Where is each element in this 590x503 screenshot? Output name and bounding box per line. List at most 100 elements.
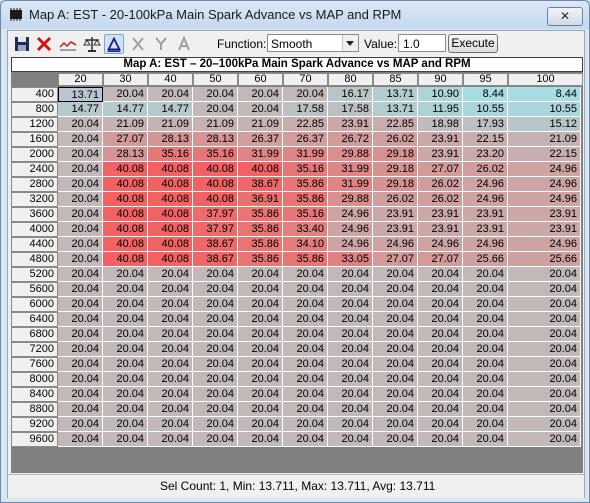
- table-cell[interactable]: 20.04: [463, 267, 508, 282]
- table-cell[interactable]: 28.13: [103, 147, 148, 162]
- table-cell[interactable]: 40.08: [148, 207, 193, 222]
- a-icon[interactable]: [174, 34, 194, 54]
- table-cell[interactable]: 20.04: [418, 417, 463, 432]
- table-cell[interactable]: 20.04: [193, 342, 238, 357]
- table-cell[interactable]: 37.97: [193, 207, 238, 222]
- table-cell[interactable]: 20.04: [508, 432, 581, 447]
- table-cell[interactable]: 20.04: [148, 267, 193, 282]
- table-cell[interactable]: 20.04: [58, 282, 103, 297]
- table-cell[interactable]: 40.08: [148, 192, 193, 207]
- delta-icon[interactable]: [104, 34, 124, 54]
- row-header[interactable]: 4800: [11, 252, 58, 267]
- table-cell[interactable]: 24.96: [508, 237, 581, 252]
- table-cell[interactable]: 20.04: [508, 327, 581, 342]
- row-header[interactable]: 2800: [11, 177, 58, 192]
- row-header[interactable]: 9200: [11, 417, 58, 432]
- table-cell[interactable]: 20.04: [103, 267, 148, 282]
- table-cell[interactable]: 26.02: [418, 177, 463, 192]
- table-cell[interactable]: 17.93: [463, 117, 508, 132]
- table-cell[interactable]: 27.07: [103, 132, 148, 147]
- table-cell[interactable]: 20.04: [373, 417, 418, 432]
- balance-icon[interactable]: [82, 34, 102, 54]
- row-header[interactable]: 6800: [11, 327, 58, 342]
- table-cell[interactable]: 20.04: [283, 387, 328, 402]
- table-cell[interactable]: 20.04: [508, 402, 581, 417]
- table-cell[interactable]: 24.96: [418, 237, 463, 252]
- table-cell[interactable]: 35.16: [148, 147, 193, 162]
- table-cell[interactable]: 20.04: [463, 432, 508, 447]
- table-cell[interactable]: 24.96: [508, 177, 581, 192]
- table-cell[interactable]: 20.04: [193, 282, 238, 297]
- row-header[interactable]: 2000: [11, 147, 58, 162]
- table-cell[interactable]: 20.04: [463, 372, 508, 387]
- table-cell[interactable]: 20.04: [58, 342, 103, 357]
- table-cell[interactable]: 20.04: [58, 267, 103, 282]
- column-header[interactable]: 100: [508, 73, 583, 86]
- table-cell[interactable]: 20.04: [463, 312, 508, 327]
- row-header[interactable]: 3200: [11, 192, 58, 207]
- table-cell[interactable]: 20.04: [283, 357, 328, 372]
- table-cell[interactable]: 20.04: [463, 297, 508, 312]
- row-header[interactable]: 5600: [11, 282, 58, 297]
- table-cell[interactable]: 23.91: [418, 132, 463, 147]
- table-cell[interactable]: 20.04: [418, 297, 463, 312]
- table-cell[interactable]: 20.04: [148, 87, 193, 102]
- table-cell[interactable]: 40.08: [103, 192, 148, 207]
- table-cell[interactable]: 20.04: [328, 267, 373, 282]
- table-cell[interactable]: 21.09: [103, 117, 148, 132]
- table-cell[interactable]: 23.91: [328, 117, 373, 132]
- table-cell[interactable]: 20.04: [328, 432, 373, 447]
- table-cell[interactable]: 31.99: [283, 147, 328, 162]
- table-cell[interactable]: 26.37: [238, 132, 283, 147]
- table-cell[interactable]: 33.40: [283, 222, 328, 237]
- table-cell[interactable]: 20.04: [103, 282, 148, 297]
- row-header[interactable]: 4400: [11, 237, 58, 252]
- table-cell[interactable]: 20.04: [373, 372, 418, 387]
- table-cell[interactable]: 21.09: [508, 132, 581, 147]
- table-cell[interactable]: 17.58: [328, 102, 373, 117]
- table-cell[interactable]: 26.02: [373, 192, 418, 207]
- table-cell[interactable]: 20.04: [373, 402, 418, 417]
- row-header[interactable]: 6000: [11, 297, 58, 312]
- table-cell[interactable]: 20.04: [328, 402, 373, 417]
- table-cell[interactable]: 20.04: [373, 312, 418, 327]
- table-cell[interactable]: 21.09: [238, 117, 283, 132]
- table-cell[interactable]: 20.04: [418, 372, 463, 387]
- table-cell[interactable]: 20.04: [58, 372, 103, 387]
- table-cell[interactable]: 20.04: [418, 312, 463, 327]
- table-cell[interactable]: 20.04: [463, 357, 508, 372]
- table-cell[interactable]: 23.20: [463, 147, 508, 162]
- table-cell[interactable]: 20.04: [238, 432, 283, 447]
- table-cell[interactable]: 35.16: [283, 162, 328, 177]
- table-cell[interactable]: 26.02: [373, 132, 418, 147]
- table-cell[interactable]: 35.86: [283, 177, 328, 192]
- table-cell[interactable]: 20.04: [58, 162, 103, 177]
- table-cell[interactable]: 20.04: [283, 432, 328, 447]
- table-cell[interactable]: 20.04: [238, 417, 283, 432]
- table-cell[interactable]: 20.04: [508, 357, 581, 372]
- row-header[interactable]: 1200: [11, 117, 58, 132]
- table-cell[interactable]: 20.04: [58, 237, 103, 252]
- table-cell[interactable]: 20.04: [193, 387, 238, 402]
- table-cell[interactable]: 22.15: [508, 147, 581, 162]
- row-header[interactable]: 8800: [11, 402, 58, 417]
- table-cell[interactable]: 26.37: [283, 132, 328, 147]
- value-input[interactable]: [398, 34, 446, 52]
- table-cell[interactable]: 20.04: [193, 87, 238, 102]
- table-cell[interactable]: 20.04: [418, 402, 463, 417]
- table-cell[interactable]: 15.12: [508, 117, 581, 132]
- table-cell[interactable]: 24.96: [463, 177, 508, 192]
- table-cell[interactable]: 13.71: [373, 102, 418, 117]
- table-cell[interactable]: 31.99: [328, 162, 373, 177]
- table-cell[interactable]: 20.04: [238, 282, 283, 297]
- table-cell[interactable]: 20.04: [58, 222, 103, 237]
- table-cell[interactable]: 26.02: [463, 162, 508, 177]
- column-header[interactable]: 85: [373, 73, 418, 86]
- table-cell[interactable]: 20.04: [508, 297, 581, 312]
- table-cell[interactable]: 20.04: [418, 342, 463, 357]
- table-cell[interactable]: 40.08: [148, 237, 193, 252]
- table-cell[interactable]: 35.86: [283, 192, 328, 207]
- table-cell[interactable]: 20.04: [148, 357, 193, 372]
- table-cell[interactable]: 8.44: [508, 87, 581, 102]
- table-cell[interactable]: 20.04: [373, 297, 418, 312]
